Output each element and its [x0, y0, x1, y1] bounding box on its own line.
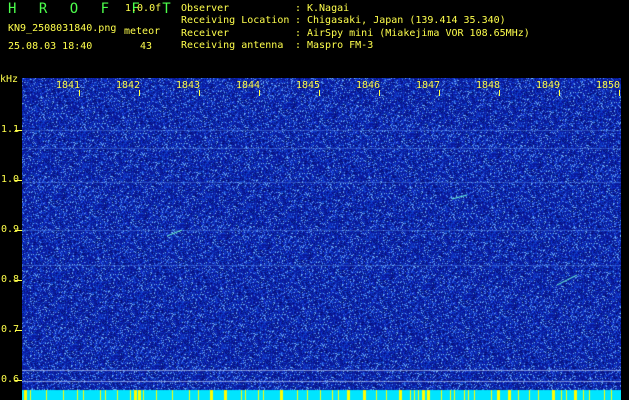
time-tick-label: 1842 — [116, 80, 141, 91]
spectrogram-canvas — [22, 78, 621, 400]
info-row-receiver: Receiver : AirSpy mini (Miakejima VOR 10… — [181, 28, 530, 40]
info-label: Receiving Location — [181, 15, 290, 27]
info-value: Chigasaki, Japan (139.414 35.340) — [307, 15, 506, 27]
time-tick-label: 1849 — [536, 80, 561, 91]
info-row-location: Receiving Location : Chigasaki, Japan (1… — [181, 15, 530, 27]
frequency-unit-label: kHz — [0, 74, 19, 85]
time-tick-label: 1844 — [236, 80, 261, 91]
info-label: Observer — [181, 3, 230, 14]
time-tick-mark — [559, 90, 560, 96]
time-tick-label: 1846 — [356, 80, 381, 91]
info-separator: : — [295, 39, 302, 51]
time-tick-mark — [259, 90, 260, 96]
meteor-count-value: 43 — [140, 41, 153, 52]
info-separator: : — [295, 15, 302, 27]
info-row-antenna: Receiving antenna : Maspro FM-3 — [181, 40, 530, 52]
info-label: Receiver — [181, 27, 230, 39]
time-tick-mark — [319, 90, 320, 96]
station-info: Observer : K.Nagai Receiving Location : … — [181, 3, 530, 52]
freq-tick-mark — [15, 230, 22, 231]
file-name: KN9_2508031840.png — [8, 23, 117, 34]
time-tick-mark — [379, 90, 380, 96]
freq-tick-mark — [15, 130, 22, 131]
freq-tick-mark — [15, 380, 22, 381]
time-tick-mark — [79, 90, 80, 96]
observation-datetime: 25.08.03 18:40 — [8, 41, 93, 52]
freq-tick-mark — [15, 180, 22, 181]
header-panel: H R O F F T 1.0.0f KN9_2508031840.png me… — [0, 0, 629, 75]
time-tick-label: 1843 — [176, 80, 201, 91]
time-tick-label: 1845 — [296, 80, 321, 91]
freq-tick-mark — [15, 330, 22, 331]
info-value: AirSpy mini (Miakejima VOR 108.65MHz) — [307, 27, 530, 39]
info-value: K.Nagai — [307, 3, 350, 14]
meteor-count-label: meteor — [124, 26, 161, 37]
freq-tick-mark — [15, 280, 22, 281]
info-row-observer: Observer : K.Nagai — [181, 3, 530, 15]
time-tick-label: 1841 — [56, 80, 81, 91]
time-tick-mark — [139, 90, 140, 96]
info-value: Maspro FM-3 — [307, 39, 374, 51]
info-separator: : — [295, 27, 302, 39]
time-tick-mark — [619, 90, 620, 96]
time-tick-label: 1847 — [416, 80, 441, 91]
time-tick-label: 1848 — [476, 80, 501, 91]
info-label: Receiving antenna — [181, 39, 284, 51]
time-tick-mark — [499, 90, 500, 96]
info-separator: : — [295, 3, 302, 14]
time-tick-label: 1850 — [596, 80, 621, 91]
time-tick-mark — [439, 90, 440, 96]
time-tick-mark — [199, 90, 200, 96]
app-version: 1.0.0f — [125, 3, 162, 14]
